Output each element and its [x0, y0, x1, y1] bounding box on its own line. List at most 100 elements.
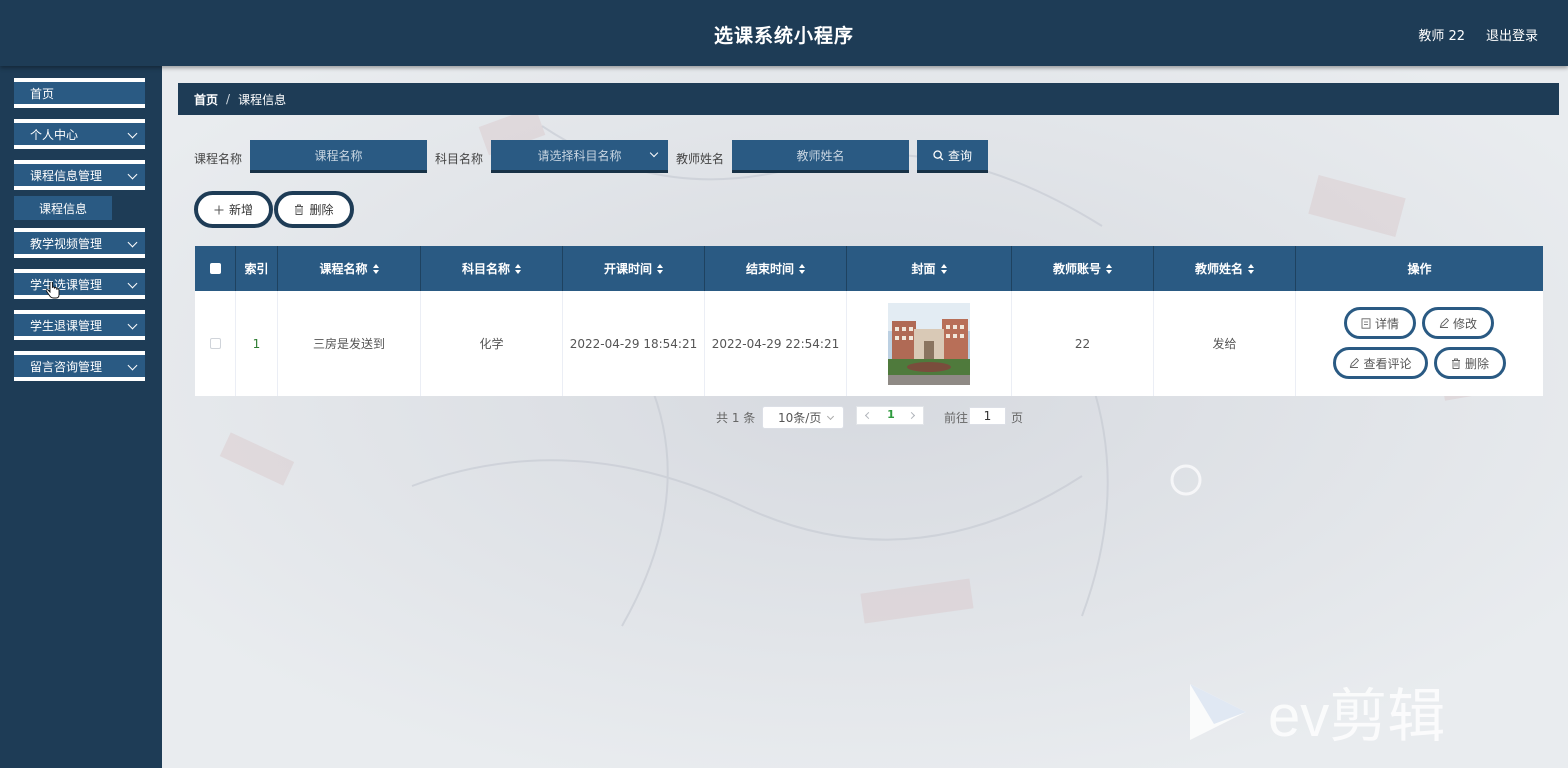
app-title: 选课系统小程序	[713, 25, 854, 47]
chevron-right-icon[interactable]	[907, 411, 916, 420]
hand-cursor-icon	[46, 282, 60, 299]
document-icon	[1361, 317, 1371, 329]
column-header-label: 科目名称	[461, 262, 510, 276]
sidebar-item-course-selection-management[interactable]: 学生选课管理	[14, 269, 145, 299]
sort-icon[interactable]	[1248, 263, 1254, 274]
select-all-checkbox[interactable]	[209, 263, 221, 274]
row-delete-button-label: 删除	[1464, 356, 1489, 371]
sort-icon[interactable]	[940, 263, 947, 274]
column-header-label: 索引	[244, 262, 269, 276]
sort-icon[interactable]	[1106, 263, 1112, 274]
top-header: 选课系统小程序 教师 22 退出登录	[0, 0, 1568, 66]
cell-end-time: 2022-04-29 22:54:21	[705, 291, 847, 396]
page-size-select[interactable]: 10条/页	[762, 406, 844, 429]
column-header-subject[interactable]: 科目名称	[421, 246, 563, 291]
edit-button[interactable]: 修改	[1422, 307, 1494, 339]
column-header-label: 封面	[911, 262, 936, 276]
chevron-down-icon	[127, 360, 138, 371]
column-header-end-time[interactable]: 结束时间	[705, 246, 847, 291]
column-header-start-time[interactable]: 开课时间	[563, 246, 705, 291]
add-button[interactable]: 新增	[194, 191, 273, 228]
teacher-name-input[interactable]: 教师姓名	[732, 140, 909, 173]
subject-name-label: 科目名称	[435, 152, 484, 166]
breadcrumb: 首页 / 课程信息	[178, 83, 1559, 115]
column-header-teacher-account[interactable]: 教师账号	[1012, 246, 1154, 291]
row-checkbox[interactable]	[209, 338, 221, 349]
page-size-value: 10条/页	[778, 411, 822, 425]
cell-start-time: 2022-04-29 18:54:21	[563, 291, 705, 396]
chevron-down-icon	[127, 278, 138, 289]
sort-icon[interactable]	[657, 263, 663, 274]
chevron-down-icon	[127, 237, 138, 248]
detail-button[interactable]: 详情	[1344, 307, 1416, 339]
cell-index: 1	[236, 291, 278, 396]
sidebar-item-message-consultation-management[interactable]: 留言咨询管理	[14, 351, 145, 381]
chevron-down-icon	[826, 412, 835, 421]
trash-icon	[1451, 358, 1460, 369]
chevron-down-icon	[127, 128, 138, 139]
subject-select-placeholder: 请选择科目名称	[537, 148, 622, 163]
column-header-label: 操作	[1407, 262, 1432, 276]
cell-actions	[1296, 291, 1543, 396]
batch-delete-button[interactable]: 删除	[274, 191, 354, 228]
sort-icon[interactable]	[515, 263, 521, 274]
breadcrumb-current: 课程信息	[238, 92, 287, 107]
column-header-course-name[interactable]: 课程名称	[278, 246, 421, 291]
main-content: 首页 / 课程信息 课程名称 课程名称 科目名称 请选择科目名称 教师姓名 教师…	[162, 66, 1568, 768]
sidebar: 首页 个人中心 课程信息管理 课程信息 教学视频管理 学生选课管理 学生退课管理…	[0, 66, 162, 768]
select-all-cell	[195, 246, 236, 291]
detail-button-label: 详情	[1374, 316, 1399, 331]
cell-cover	[847, 291, 1012, 396]
column-header-label: 教师账号	[1052, 262, 1101, 276]
logout-link[interactable]: 退出登录	[1486, 25, 1538, 44]
chevron-down-icon	[127, 169, 138, 180]
goto-label: 前往	[944, 411, 969, 425]
view-comments-button[interactable]: 查看评论	[1333, 347, 1428, 379]
search-icon	[933, 149, 944, 160]
sidebar-item-personal-center[interactable]: 个人中心	[14, 119, 145, 149]
column-header-label: 课程名称	[319, 262, 368, 276]
current-user: 教师 22	[1418, 29, 1465, 44]
cell-course-name: 三房是发送到	[278, 291, 421, 396]
course-name-input[interactable]: 课程名称	[250, 140, 427, 173]
chevron-left-icon[interactable]	[864, 411, 873, 420]
sidebar-item-home[interactable]: 首页	[14, 78, 145, 108]
sidebar-item-course-withdrawal-management[interactable]: 学生退课管理	[14, 310, 145, 340]
row-select-cell	[195, 291, 236, 396]
row-delete-button[interactable]: 删除	[1434, 347, 1506, 379]
sidebar-item-label: 教学视频管理	[30, 236, 103, 251]
subject-select[interactable]: 请选择科目名称	[491, 140, 668, 173]
plus-icon	[214, 205, 224, 214]
cell-teacher-account: 22	[1012, 291, 1154, 396]
course-cover-image[interactable]	[888, 302, 970, 385]
edit-button-label: 修改	[1452, 316, 1477, 331]
column-header-label: 教师姓名	[1194, 262, 1243, 276]
column-header-cover[interactable]: 封面	[847, 246, 1012, 291]
cell-teacher-name: 发给	[1154, 291, 1296, 396]
trash-icon	[295, 204, 304, 215]
chevron-down-icon	[127, 319, 138, 330]
sidebar-item-course-info-management[interactable]: 课程信息管理	[14, 160, 145, 190]
sidebar-subitem-course-info[interactable]: 课程信息	[14, 196, 112, 220]
column-header-label: 结束时间	[745, 262, 794, 276]
sidebar-item-label: 个人中心	[30, 127, 79, 142]
query-button[interactable]: 查询	[917, 140, 988, 173]
watermark-logo: ev剪辑	[1190, 684, 1445, 749]
goto-page-input[interactable]: 1	[969, 407, 1006, 425]
breadcrumb-home[interactable]: 首页	[194, 91, 218, 108]
sidebar-item-label: 首页	[30, 86, 55, 101]
sidebar-item-label: 学生选课管理	[30, 277, 103, 292]
sort-icon[interactable]	[799, 263, 805, 274]
breadcrumb-separator: /	[226, 92, 231, 106]
cell-subject: 化学	[421, 291, 563, 396]
column-header-index: 索引	[236, 246, 278, 291]
sidebar-item-teaching-video-management[interactable]: 教学视频管理	[14, 228, 145, 258]
pencil-icon	[1439, 318, 1449, 328]
column-header-teacher-name[interactable]: 教师姓名	[1154, 246, 1296, 291]
sort-icon[interactable]	[372, 263, 379, 274]
page-number-current[interactable]: 1	[885, 408, 897, 421]
pagination-total: 共 1 条	[716, 411, 756, 425]
sidebar-item-label: 留言咨询管理	[30, 359, 103, 374]
table-header: 索引 课程名称 科目名称 开课时间 结束时间 封面 教师账号 教师姓名 操作	[195, 246, 1543, 291]
add-button-label: 新增	[228, 203, 253, 217]
